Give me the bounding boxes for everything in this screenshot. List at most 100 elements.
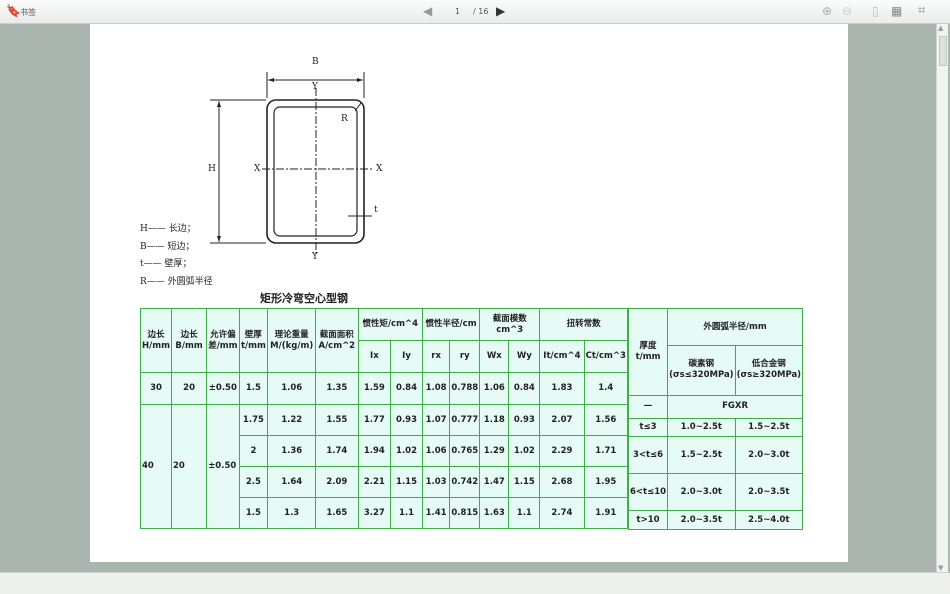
cell-thickness: 1.5 — [238, 372, 269, 405]
cell-ix: 2.21 — [357, 466, 392, 498]
cell-wx: 1.06 — [479, 372, 510, 405]
cell-tolerance: ±0.50 — [206, 404, 240, 529]
cell-weight: 1.64 — [267, 466, 317, 498]
cell-ry: 0.777 — [449, 404, 481, 436]
cell-alloy: 1.5~2.5t — [734, 417, 804, 438]
symbol-legend: H—— 长边； B—— 短边； t—— 壁厚； R—— 外圆弧半径 — [140, 221, 213, 291]
toolbar: 🔖 书签 ◀ 1 / 16 ▶ ⊕ ⊖ ▯ ▦ ⌗ — [0, 0, 950, 24]
cell-wx: 1.63 — [479, 497, 510, 529]
cell-thickness: 2.5 — [238, 466, 269, 498]
scroll-thumb[interactable] — [939, 36, 947, 66]
thickness-label: t — [374, 205, 378, 215]
cell-iy: 0.84 — [390, 372, 423, 405]
cell-wy: 0.84 — [508, 372, 541, 405]
cell-ix: 1.94 — [357, 435, 392, 467]
cell-ry: 0.815 — [449, 497, 481, 529]
cell-weight: 1.06 — [267, 372, 317, 405]
next-page-icon[interactable]: ▶ — [496, 4, 505, 18]
legend-item: H—— 长边； — [140, 224, 196, 234]
cell-area: 1.74 — [315, 435, 359, 467]
header-b: 边长B/mm — [170, 308, 208, 373]
header-carbon-steel: 碳素钢(σs≤320MPa) — [667, 345, 736, 396]
single-page-icon[interactable]: ▯ — [872, 4, 879, 18]
fullscreen-icon[interactable]: ⌗ — [918, 3, 925, 18]
cell-ry: 0.765 — [449, 435, 481, 467]
header-alloy-steel: 低合金钢(σs≥320MPa) — [734, 345, 804, 396]
prev-page-icon[interactable]: ◀ — [423, 4, 432, 18]
header-ct: Ct/cm^3 — [583, 340, 629, 373]
header-it: It/cm^4 — [539, 340, 585, 373]
cell-it: 2.29 — [539, 435, 585, 467]
radius-label: R — [341, 114, 348, 124]
cell-alloy: 2.0~3.0t — [734, 436, 804, 475]
dim-b-label: B — [312, 57, 319, 67]
axis-x-left: X — [254, 164, 261, 174]
cell-it: 1.83 — [539, 372, 585, 405]
cell-rx: 1.06 — [421, 435, 451, 467]
cell-iy: 0.93 — [390, 404, 423, 436]
cell-wx: 1.47 — [479, 466, 510, 498]
cell-wy: 1.1 — [508, 497, 541, 529]
cell-weight: 1.22 — [267, 404, 317, 436]
axis-y-top: Y — [312, 82, 318, 92]
header-ix: Ix — [357, 340, 392, 373]
axis-x-right: X — [376, 164, 383, 174]
header-h: 边长H/mm — [140, 308, 172, 373]
header-inertia: 惯性矩/cm^4 — [357, 308, 423, 341]
header-torsion: 扭转常数 — [539, 308, 628, 341]
header-radius: 惯性半径/cm — [421, 308, 481, 341]
cell-thickness: 1.75 — [238, 404, 269, 436]
cell-area: 1.35 — [315, 372, 359, 405]
page-total: / 16 — [473, 7, 489, 16]
cell-range: 3<t≤6 — [627, 436, 669, 475]
cell-range: t>10 — [627, 510, 669, 530]
cell-wx: 1.18 — [479, 404, 510, 436]
cell-b: 20 — [170, 404, 208, 529]
table-row: t≤3 1.0~2.5t 1.5~2.5t — [627, 417, 804, 438]
dim-h-label: H — [208, 164, 216, 174]
cell-it: 2.74 — [539, 497, 585, 529]
bookmark-icon[interactable]: 🔖 — [6, 4, 21, 18]
cell-thickness: 2 — [238, 435, 269, 467]
cell-ry: 0.742 — [449, 466, 481, 498]
cell-iy: 1.02 — [390, 435, 423, 467]
figure-caption: 矩形冷弯空心型钢 — [260, 292, 348, 305]
cell-weight: 1.36 — [267, 435, 317, 467]
cell-ct: 1.91 — [583, 497, 629, 529]
grid-view-icon[interactable]: ▦ — [891, 4, 902, 18]
cell-it: 2.68 — [539, 466, 585, 498]
empty-area — [629, 529, 803, 530]
zoom-in-icon[interactable]: ⊕ — [822, 4, 832, 18]
vertical-scrollbar[interactable]: ▲ ▼ — [936, 24, 948, 572]
header-modulus: 截面模数cm^3 — [479, 308, 541, 341]
header-thickness: 厚度t/mm — [627, 308, 669, 396]
cell-iy: 1.15 — [390, 466, 423, 498]
cell-rx: 1.08 — [421, 372, 451, 405]
cell-carbon: 2.0~3.5t — [667, 510, 736, 530]
dash-cell: — — [627, 394, 669, 419]
cell-alloy: 2.5~4.0t — [734, 510, 804, 530]
table-row: 6<t≤10 2.0~3.0t 2.0~3.5t — [627, 473, 804, 512]
zoom-out-icon[interactable]: ⊖ — [842, 4, 852, 18]
cell-area: 1.65 — [315, 497, 359, 529]
cell-ix: 1.59 — [357, 372, 392, 405]
header-outer-radius: 外圆弧半径/mm — [667, 308, 804, 346]
status-bar — [0, 572, 950, 594]
outer-radius-table: 厚度t/mm 外圆弧半径/mm 碳素钢(σs≤320MPa) 低合金钢(σs≥3… — [627, 308, 804, 530]
cell-ix: 1.77 — [357, 404, 392, 436]
cell-range: 6<t≤10 — [627, 473, 669, 512]
header-rx: rx — [421, 340, 451, 373]
page-current[interactable]: 1 — [455, 7, 460, 16]
header-iy: Iy — [390, 340, 423, 373]
legend-item: t—— 壁厚； — [140, 259, 192, 269]
header-wy: Wy — [508, 340, 541, 373]
scroll-down-icon[interactable]: ▼ — [938, 564, 943, 572]
cell-wy: 0.93 — [508, 404, 541, 436]
scroll-up-icon[interactable]: ▲ — [938, 24, 943, 32]
cell-ct: 1.4 — [583, 372, 629, 405]
cell-it: 2.07 — [539, 404, 585, 436]
cell-range: t≤3 — [627, 417, 669, 438]
bookmark-label[interactable]: 书签 — [20, 7, 36, 18]
cell-h: 40 — [140, 404, 172, 529]
cell-alloy: 2.0~3.5t — [734, 473, 804, 512]
